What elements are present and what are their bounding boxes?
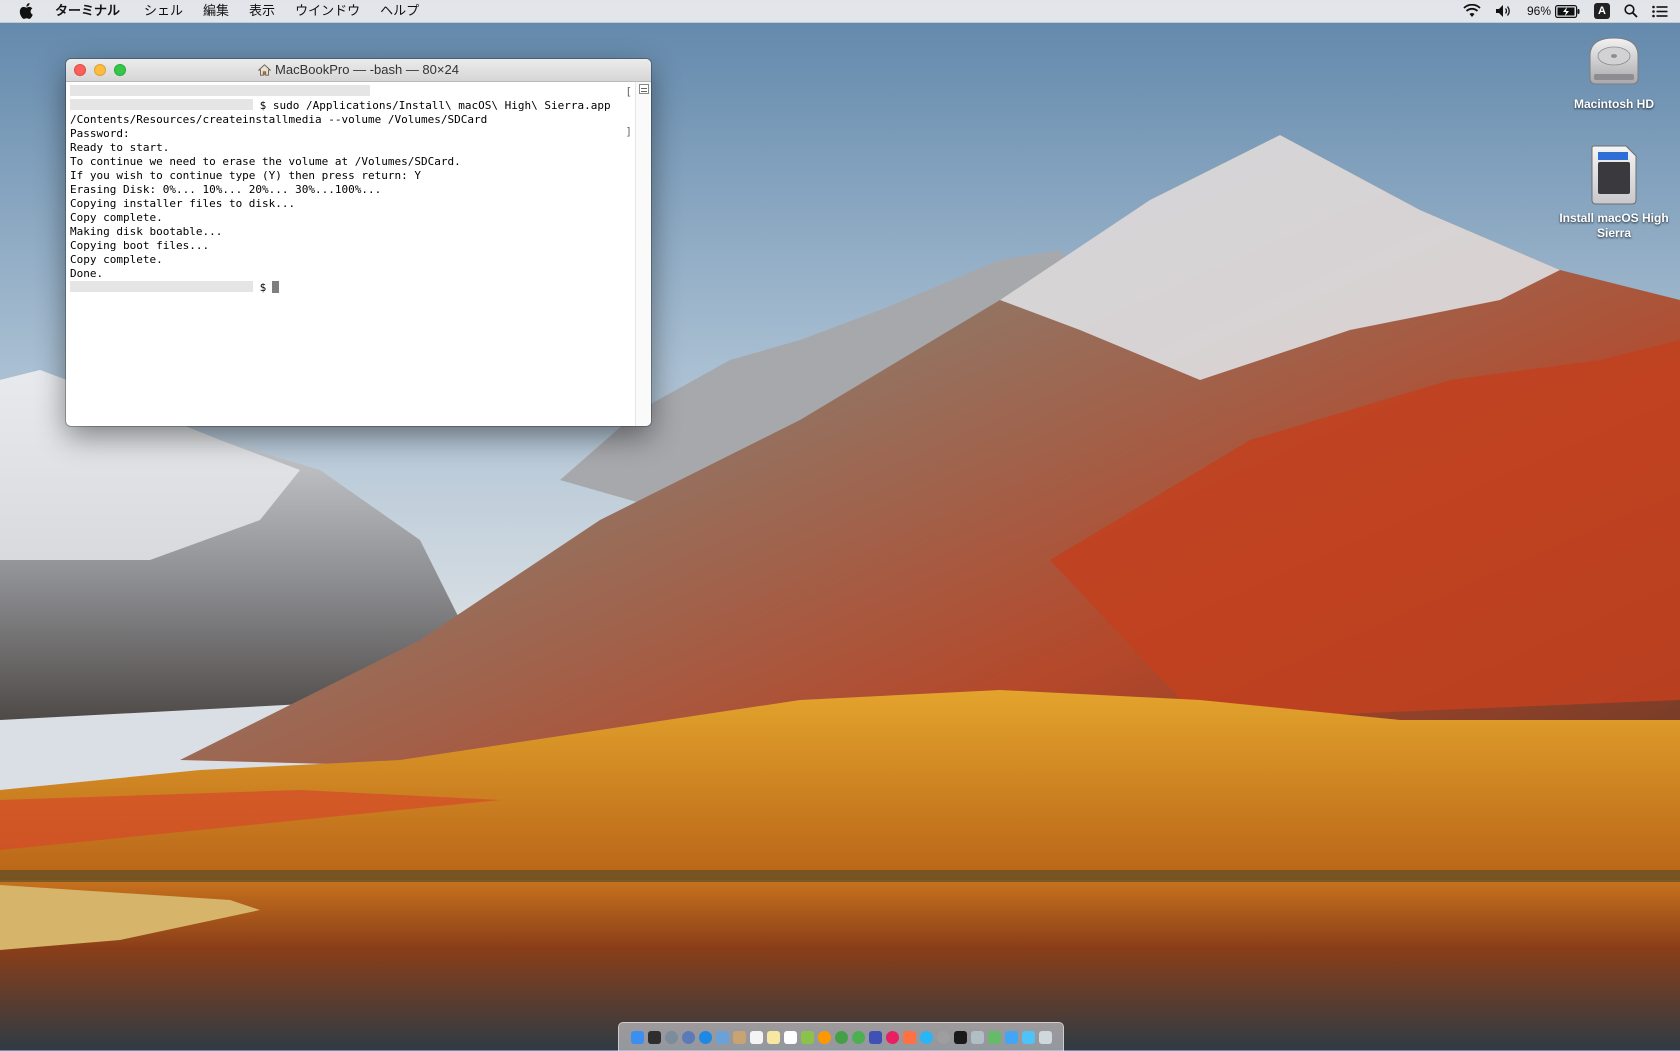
calendar-icon[interactable] — [749, 1030, 763, 1044]
terminal-line: Password: — [70, 127, 130, 140]
finder-icon[interactable] — [630, 1030, 644, 1044]
terminal-line: Copy complete. — [70, 211, 163, 224]
terminal-prompt-line: $ — [70, 281, 651, 295]
books-icon[interactable] — [902, 1030, 916, 1044]
notes-icon[interactable] — [766, 1030, 780, 1044]
keynote-icon[interactable] — [1004, 1030, 1018, 1044]
itunes-icon[interactable] — [868, 1030, 882, 1044]
menu-shell[interactable]: シェル — [134, 0, 193, 22]
downloads-folder-icon[interactable] — [1021, 1030, 1035, 1044]
menu-app-terminal[interactable]: ターミナル — [55, 0, 130, 22]
battery-percent[interactable]: 96% — [1527, 4, 1551, 18]
input-source-badge[interactable]: A — [1594, 3, 1610, 19]
terminal-line: $ sudo /Applications/Install\ macOS\ Hig… — [70, 99, 651, 113]
numbers-icon[interactable] — [987, 1030, 1001, 1044]
terminal-line: Erasing Disk: 0%... 10%... 20%... 30%...… — [70, 183, 382, 196]
facetime-icon[interactable] — [851, 1030, 865, 1044]
dock — [618, 1022, 1064, 1051]
system-preferences-icon[interactable] — [936, 1030, 950, 1044]
activity-monitor-icon[interactable] — [647, 1030, 661, 1044]
mail-icon[interactable] — [715, 1030, 729, 1044]
text-cursor — [272, 281, 280, 293]
trash-icon[interactable] — [1038, 1030, 1052, 1044]
selection-bracket: [ — [625, 85, 632, 98]
close-button[interactable] — [74, 64, 86, 76]
terminal-line: Copy complete. — [70, 253, 163, 266]
redacted-text — [70, 85, 370, 96]
terminal-line: If you wish to continue type (Y) then pr… — [70, 169, 421, 182]
window-controls — [74, 64, 134, 76]
terminal-line: /Contents/Resources/createinstallmedia -… — [70, 113, 488, 126]
maximize-button[interactable] — [114, 64, 126, 76]
launchpad-icon[interactable] — [664, 1030, 678, 1044]
utility-icon[interactable] — [970, 1030, 984, 1044]
minimize-button[interactable] — [94, 64, 106, 76]
wifi-icon[interactable] — [1463, 4, 1481, 18]
desktop-icon-macintosh-hd[interactable]: Macintosh HD — [1554, 32, 1674, 112]
terminal-line: Making disk bootable... — [70, 225, 223, 238]
app-store-icon[interactable] — [919, 1030, 933, 1044]
redacted-prompt — [70, 281, 253, 292]
menu-help[interactable]: ヘルプ — [370, 0, 429, 22]
terminal-line: To continue we need to erase the volume … — [70, 155, 461, 168]
desktop-icon-label: Install macOS High Sierra — [1559, 211, 1669, 240]
home-icon — [257, 61, 272, 83]
apple-logo-icon[interactable] — [19, 2, 37, 20]
spotlight-icon[interactable] — [1624, 4, 1638, 18]
photos-icon[interactable] — [817, 1030, 831, 1044]
notification-center-icon[interactable] — [1652, 5, 1668, 18]
window-titlebar[interactable]: MacBookPro — -bash — 80×24 — [66, 59, 651, 82]
reminders-icon[interactable] — [783, 1030, 797, 1044]
selection-bracket: ] — [625, 125, 632, 138]
battery-charging-icon[interactable] — [1555, 4, 1580, 18]
terminal-window[interactable]: MacBookPro — -bash — 80×24 $ sudo /Appli… — [66, 59, 651, 426]
menu-edit[interactable]: 編集 — [193, 0, 239, 22]
rocket-icon[interactable] — [681, 1030, 695, 1044]
desktop-icon-install-macos[interactable]: Install macOS High Sierra — [1554, 142, 1674, 241]
terminal-line: Done. — [70, 267, 104, 280]
music-icon[interactable] — [885, 1030, 899, 1044]
menu-window[interactable]: ウインドウ — [285, 0, 370, 22]
redacted-prompt — [70, 99, 253, 110]
terminal-line-redacted — [70, 85, 651, 99]
messages-icon[interactable] — [834, 1030, 848, 1044]
menu-view[interactable]: 表示 — [239, 0, 285, 22]
prompt-symbol: $ — [259, 281, 267, 294]
terminal-output[interactable]: $ sudo /Applications/Install\ macOS\ Hig… — [66, 82, 651, 426]
split-pane-icon[interactable] — [639, 84, 649, 94]
terminal-line: Ready to start. — [70, 141, 170, 154]
volume-icon[interactable] — [1495, 4, 1513, 18]
desktop-icon-label: Macintosh HD — [1573, 97, 1654, 111]
status-area: 96% A — [1449, 0, 1680, 22]
scrollbar[interactable] — [635, 82, 651, 426]
terminal-line: Copying boot files... — [70, 239, 210, 252]
maps-icon[interactable] — [800, 1030, 814, 1044]
terminal-line: Copying installer files to disk... — [70, 197, 296, 210]
terminal-line-text: $ sudo /Applications/Install\ macOS\ Hig… — [259, 99, 611, 112]
window-title-text: MacBookPro — -bash — 80×24 — [275, 62, 459, 77]
menu-bar: ターミナル シェル 編集 表示 ウインドウ ヘルプ 96% A — [0, 0, 1680, 23]
terminal-icon[interactable] — [953, 1030, 967, 1044]
safari-icon[interactable] — [698, 1030, 712, 1044]
window-title: MacBookPro — -bash — 80×24 — [66, 59, 651, 83]
sd-card-icon — [1554, 142, 1674, 211]
contacts-icon[interactable] — [732, 1030, 746, 1044]
hard-drive-icon — [1554, 32, 1674, 97]
